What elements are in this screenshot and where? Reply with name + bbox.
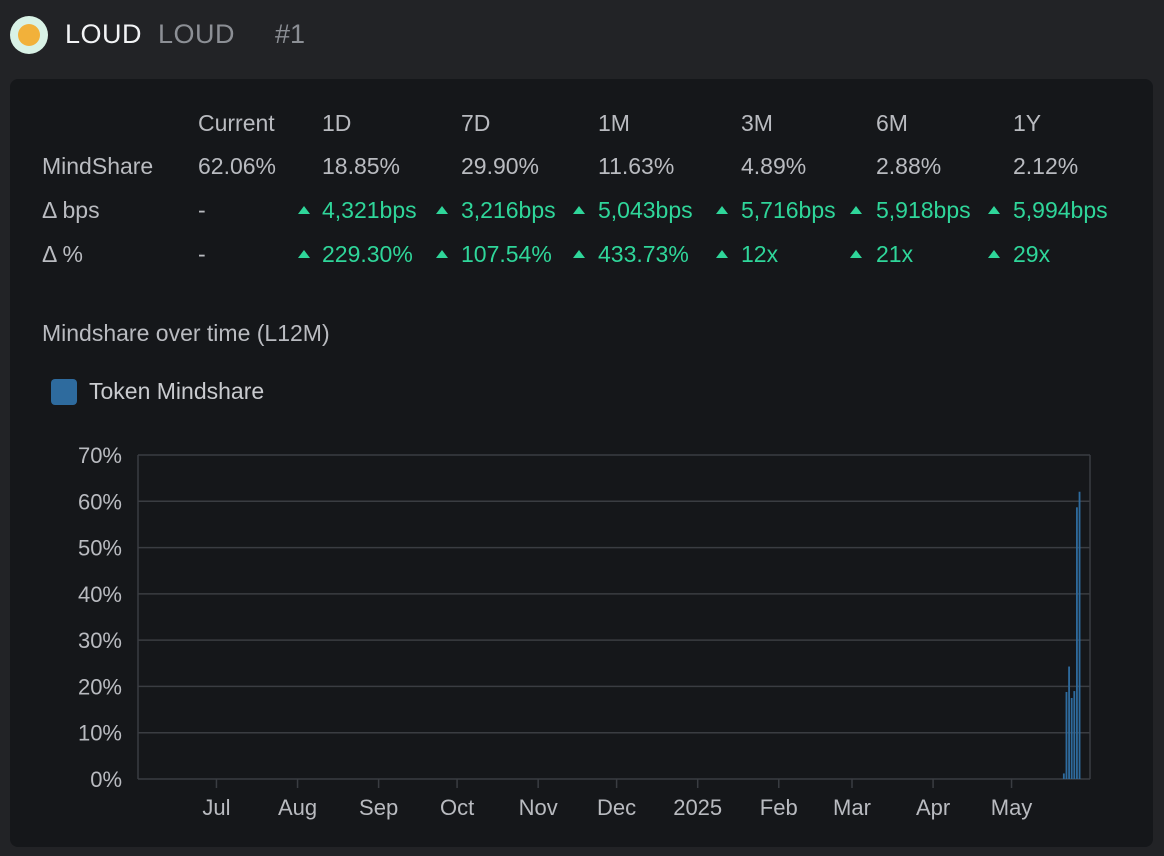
token-rank: #1: [275, 19, 306, 49]
mindshare-card: Current 1D 7D 1M 3M 6M 1Y MindShare 62.06% 18.85%…: [10, 79, 1153, 847]
y-tick-label: 40%: [78, 582, 122, 607]
y-tick-label: 60%: [78, 489, 122, 514]
x-tick-label: Feb: [760, 795, 798, 820]
token-name: LOUD: [158, 19, 236, 49]
y-tick-label: 20%: [78, 674, 122, 699]
bar-2025-05-22[interactable]: [1065, 691, 1068, 779]
x-tick-label: Apr: [916, 795, 950, 820]
token-header: LOUD LOUD #1: [0, 0, 1164, 72]
x-tick-label: May: [991, 795, 1033, 820]
x-tick-label: 2025: [673, 795, 722, 820]
x-tick-label: Dec: [597, 795, 636, 820]
bar-2025-05-21[interactable]: [1062, 773, 1065, 779]
x-tick-label: Mar: [833, 795, 871, 820]
mindshare-chart: 0% 10% 20% 30% 40% 50% 60% 70% Jul Aug Sep Oct Nov De…: [78, 443, 1091, 820]
y-tick-label: 0%: [90, 767, 122, 792]
bar-2025-05-26[interactable]: [1076, 507, 1078, 779]
x-tick-label: Jul: [202, 795, 230, 820]
token-logo-icon: [10, 16, 48, 54]
y-tick-label: 10%: [78, 721, 122, 746]
x-tick-label: Sep: [359, 795, 398, 820]
token-symbol: LOUD: [65, 19, 143, 49]
x-tick-label: Nov: [519, 795, 558, 820]
bar-2025-05-23[interactable]: [1068, 666, 1070, 779]
bar-2025-05-27[interactable]: [1078, 491, 1081, 779]
y-tick-label: 30%: [78, 628, 122, 653]
y-tick-label: 70%: [78, 443, 122, 468]
x-tick-label: Aug: [278, 795, 317, 820]
x-tick-label: Oct: [440, 795, 474, 820]
bar-2025-05-24[interactable]: [1070, 698, 1073, 779]
bar-2025-05-25[interactable]: [1073, 691, 1076, 779]
y-tick-label: 50%: [78, 536, 122, 561]
